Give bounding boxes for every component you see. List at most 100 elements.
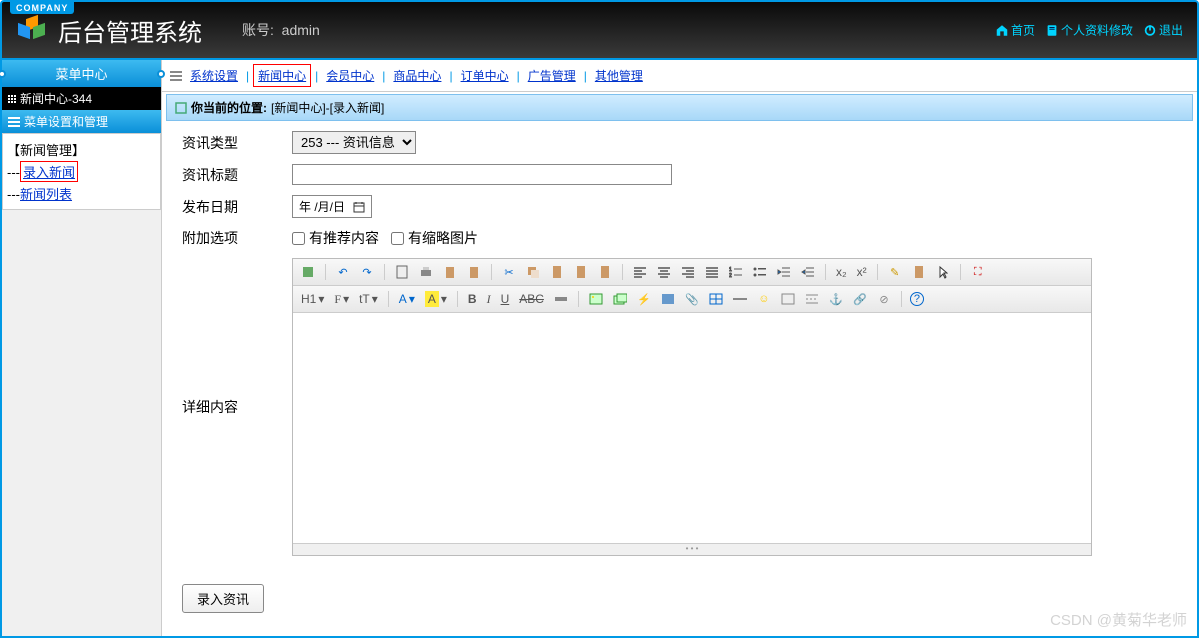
company-tag: COMPANY: [10, 2, 74, 14]
print-icon[interactable]: [417, 263, 435, 281]
checkbox-thumb-wrap[interactable]: 有缩略图片: [391, 228, 478, 248]
list-icon: [8, 117, 20, 127]
editor-toolbar-row1: ↶ ↷ ✂: [293, 259, 1091, 286]
heading-select[interactable]: H1▾: [299, 292, 326, 306]
profile-icon: [1045, 23, 1059, 37]
list-bullet-icon[interactable]: [751, 263, 769, 281]
strikethrough-icon[interactable]: ABC: [517, 292, 546, 306]
bold-icon[interactable]: B: [466, 292, 479, 306]
multi-image-icon[interactable]: [611, 290, 629, 308]
subscript-icon[interactable]: x₂: [834, 265, 849, 279]
sidebar-item-add-news[interactable]: ---录入新闻: [7, 161, 156, 182]
pin-icon: [157, 70, 165, 78]
attachment-icon[interactable]: 📎: [683, 290, 701, 308]
select-type[interactable]: 253 --- 资讯信息: [292, 131, 416, 154]
tab-product[interactable]: 商品中心: [389, 65, 445, 86]
special-char-icon[interactable]: [779, 290, 797, 308]
clear-format-icon[interactable]: ✎: [886, 263, 904, 281]
align-left-icon[interactable]: [631, 263, 649, 281]
logout-button[interactable]: 退出: [1139, 20, 1187, 41]
outdent-icon[interactable]: [775, 263, 793, 281]
editor-toolbar-row2: H1▾ F▾ tT▾ A▾ A▾ B I U ABC: [293, 286, 1091, 313]
chevron-down-icon: ▾: [318, 292, 324, 306]
emoji-icon[interactable]: ☺: [755, 290, 773, 308]
link-icon[interactable]: 🔗: [851, 290, 869, 308]
list-ordered-icon[interactable]: 12: [727, 263, 745, 281]
undo-icon[interactable]: ↶: [334, 263, 352, 281]
account-info: 账号: admin: [242, 20, 320, 40]
paste-html-icon[interactable]: [596, 263, 614, 281]
editor-content[interactable]: [293, 313, 1091, 543]
system-title: 后台管理系统: [58, 13, 202, 48]
tab-ad[interactable]: 广告管理: [524, 65, 580, 86]
fontsize-select[interactable]: tT▾: [357, 292, 380, 306]
list-icon: [170, 71, 182, 81]
fullscreen-icon[interactable]: ⛶: [969, 263, 987, 281]
label-detail: 详细内容: [182, 397, 292, 417]
source-icon[interactable]: [299, 263, 317, 281]
tab-news[interactable]: 新闻中心: [253, 64, 311, 87]
forecolor-select[interactable]: A▾: [397, 292, 417, 306]
label-title: 资讯标题: [182, 165, 292, 185]
submit-button[interactable]: 录入资讯: [182, 584, 264, 613]
removeformat-icon[interactable]: [552, 290, 570, 308]
input-title[interactable]: [292, 164, 672, 185]
anchor-icon[interactable]: ⚓: [827, 290, 845, 308]
unlink-icon[interactable]: ⊘: [875, 290, 893, 308]
checkbox-recommend-wrap[interactable]: 有推荐内容: [292, 228, 379, 248]
paste-text-icon[interactable]: [572, 263, 590, 281]
table-icon[interactable]: [707, 290, 725, 308]
hr-icon[interactable]: [731, 290, 749, 308]
media-icon[interactable]: [659, 290, 677, 308]
sidebar-group-title: 【新闻管理】: [7, 140, 156, 159]
paste-word-icon[interactable]: [465, 263, 483, 281]
chevron-down-icon: ▾: [441, 292, 447, 306]
home-icon: [995, 23, 1009, 37]
align-justify-icon[interactable]: [703, 263, 721, 281]
font-select[interactable]: F▾: [332, 292, 351, 307]
logo-icon: [18, 15, 48, 45]
template-icon[interactable]: [393, 263, 411, 281]
sidebar-subheader[interactable]: 新闻中心-344: [2, 87, 161, 110]
align-right-icon[interactable]: [679, 263, 697, 281]
paste-icon[interactable]: [441, 263, 459, 281]
italic-icon[interactable]: I: [485, 292, 493, 307]
tab-other[interactable]: 其他管理: [591, 65, 647, 86]
backcolor-select[interactable]: A▾: [423, 291, 449, 307]
tab-member[interactable]: 会员中心: [322, 65, 378, 86]
cut-icon[interactable]: ✂: [500, 263, 518, 281]
help-icon[interactable]: ?: [910, 292, 924, 306]
label-extra: 附加选项: [182, 228, 292, 248]
align-center-icon[interactable]: [655, 263, 673, 281]
tab-system[interactable]: 系统设置: [186, 65, 242, 86]
image-icon[interactable]: [587, 290, 605, 308]
home-button[interactable]: 首页: [991, 20, 1039, 41]
clipboard-icon[interactable]: [548, 263, 566, 281]
pagebreak-icon[interactable]: [803, 290, 821, 308]
editor-resize-handle[interactable]: • • •: [293, 543, 1091, 555]
profile-button[interactable]: 个人资料修改: [1041, 20, 1137, 41]
copy-icon[interactable]: [524, 263, 542, 281]
sidebar-section-title: 菜单设置和管理: [2, 110, 161, 133]
sidebar-link-add-news[interactable]: 录入新闻: [20, 161, 78, 182]
chevron-down-icon: ▾: [409, 292, 415, 306]
input-date[interactable]: 年 /月/日: [292, 195, 372, 218]
tab-order[interactable]: 订单中心: [457, 65, 513, 86]
checkbox-recommend[interactable]: [292, 232, 305, 245]
checkbox-thumb[interactable]: [391, 232, 404, 245]
sidebar-link-news-list[interactable]: 新闻列表: [20, 187, 72, 202]
top-tabs: 系统设置| 新闻中心| 会员中心| 商品中心| 订单中心| 广告管理| 其他管理: [162, 60, 1197, 92]
underline-icon[interactable]: U: [499, 292, 512, 306]
sidebar-item-news-list[interactable]: ---新闻列表: [7, 184, 156, 203]
flash-icon[interactable]: ⚡: [635, 290, 653, 308]
redo-icon[interactable]: ↷: [358, 263, 376, 281]
select-all-icon[interactable]: [910, 263, 928, 281]
grid-icon: [8, 95, 16, 103]
rich-text-editor: ↶ ↷ ✂: [292, 258, 1092, 556]
power-icon: [1143, 23, 1157, 37]
superscript-icon[interactable]: x²: [855, 265, 869, 279]
svg-text:2: 2: [729, 273, 732, 278]
indent-icon[interactable]: [799, 263, 817, 281]
cursor-icon[interactable]: [934, 263, 952, 281]
form-area: 资讯类型 253 --- 资讯信息 资讯标题 发布日期 年 /月/日: [162, 123, 1197, 574]
